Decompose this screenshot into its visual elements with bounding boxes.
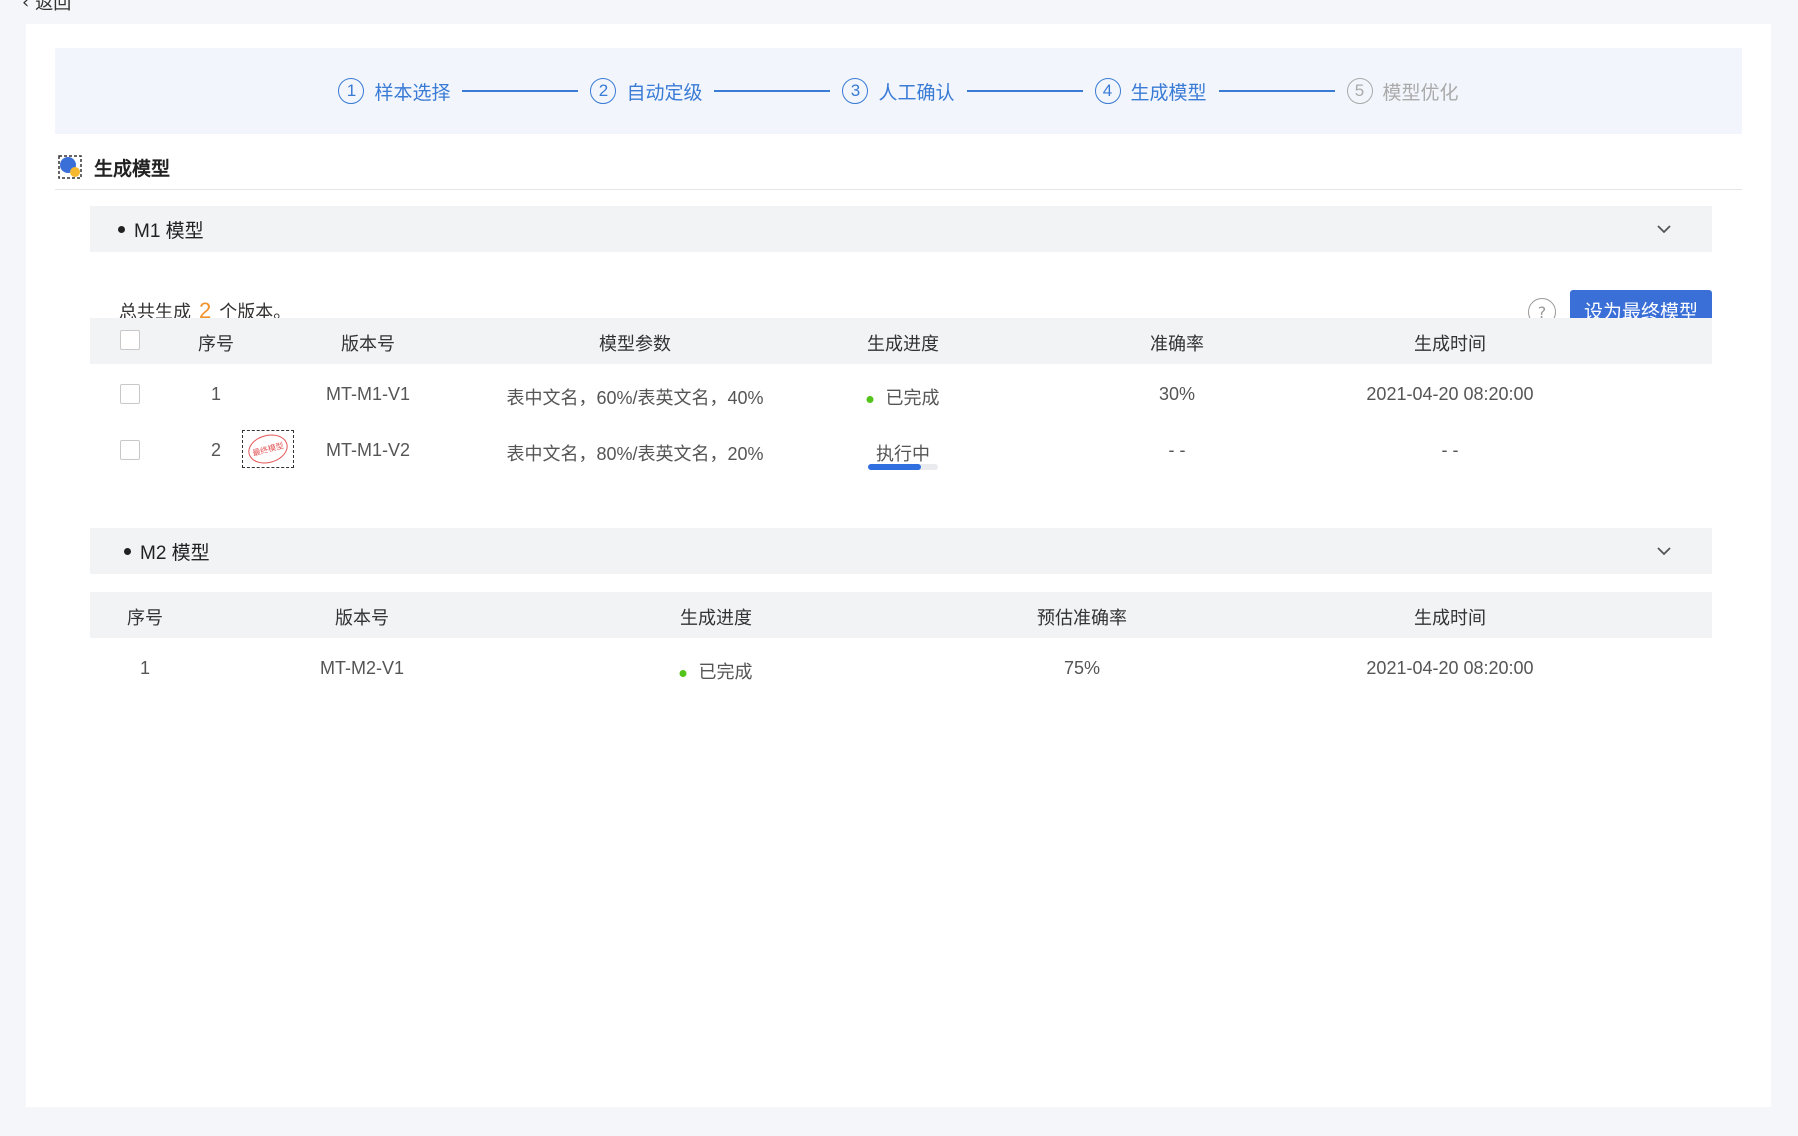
group-title: M2 模型: [140, 542, 210, 564]
status-text: 已完成: [698, 662, 753, 682]
col-progress: 生成进度: [867, 334, 939, 354]
row-params: 表中文名，60%/表英文名，40%: [506, 388, 764, 408]
step-auto-grade[interactable]: 2 自动定级: [590, 78, 702, 105]
step-number: 2: [590, 78, 617, 104]
chevron-down-icon[interactable]: [1654, 541, 1674, 561]
row-status: 已完成: [679, 658, 753, 684]
row-status-text: 执行中: [876, 444, 930, 464]
step-sample-select[interactable]: 1 样本选择: [338, 78, 450, 105]
m1-group-header[interactable]: M1 模型: [90, 206, 1712, 252]
step-number: 5: [1346, 78, 1373, 104]
step-connector: [714, 90, 831, 92]
table-row: 1 MT-M2-V1 已完成 75% 2021-04-20 08:20:00: [90, 644, 1712, 694]
row-version: MT-M2-V1: [319, 658, 405, 678]
bullet-icon: [124, 547, 131, 555]
step-connector: [966, 90, 1083, 92]
col-params: 模型参数: [599, 334, 671, 354]
col-version: 版本号: [335, 608, 389, 628]
col-index: 序号: [127, 608, 163, 628]
divider: [55, 189, 1742, 190]
section-header: 生成模型: [58, 152, 170, 182]
row-accuracy: 75%: [1063, 658, 1101, 678]
row-checkbox[interactable]: [120, 384, 140, 404]
step-label: 样本选择: [374, 81, 451, 104]
stamp-text: 最终模型: [245, 430, 291, 468]
col-version: 版本号: [341, 334, 395, 354]
row-version: MT-M1-V2: [325, 440, 411, 460]
table-row: 2 最终模型 MT-M1-V2 表中文名，80%/表英文名，20% 执行中 - …: [90, 426, 1712, 476]
row-checkbox[interactable]: [120, 440, 140, 460]
group-title: M1 模型: [134, 220, 204, 242]
step-generate-model[interactable]: 4 生成模型: [1094, 78, 1207, 105]
step-label: 模型优化: [1382, 81, 1459, 104]
back-label: 返回: [35, 0, 72, 14]
step-connector: [462, 90, 579, 92]
row-index: 1: [139, 658, 151, 678]
step-number: 3: [842, 78, 869, 104]
m2-table-header: 序号 版本号 生成进度 预估准确率 生成时间: [90, 592, 1712, 638]
row-index: 1: [210, 384, 222, 404]
step-number: 4: [1094, 78, 1121, 104]
row-index: 2: [210, 440, 222, 460]
section-title: 生成模型: [94, 157, 171, 180]
stepper: 1 样本选择 2 自动定级 3 人工确认 4 生成模型 5 模型优化: [55, 48, 1742, 134]
step-label: 自动定级: [626, 81, 703, 104]
bullet-icon: [118, 225, 125, 233]
progress-bar: [868, 464, 938, 470]
step-manual-confirm[interactable]: 3 人工确认: [842, 78, 955, 105]
m1-table-header: 序号 版本号 模型参数 生成进度 准确率 生成时间: [90, 318, 1712, 364]
table-row: 1 MT-M1-V1 表中文名，60%/表英文名，40% 已完成 30% 202…: [90, 370, 1712, 420]
select-all-checkbox[interactable]: [120, 330, 140, 350]
row-time: 2021-04-20 08:20:00: [1366, 658, 1534, 678]
col-accuracy: 准确率: [1150, 334, 1204, 354]
final-model-stamp: 最终模型: [242, 430, 294, 468]
status-dot-icon: [679, 669, 687, 677]
col-time: 生成时间: [1414, 334, 1486, 354]
chevron-down-icon[interactable]: [1654, 219, 1674, 239]
col-index: 序号: [198, 334, 234, 354]
col-progress: 生成进度: [680, 608, 752, 628]
progress-fill: [868, 464, 921, 470]
row-params: 表中文名，80%/表英文名，20%: [506, 444, 764, 464]
chevron-left-icon: ‹: [22, 0, 30, 13]
m2-group-header[interactable]: M2 模型: [90, 528, 1712, 574]
step-label: 生成模型: [1130, 81, 1207, 104]
main-panel: 1 样本选择 2 自动定级 3 人工确认 4 生成模型 5 模型优化 生成模型 …: [26, 24, 1771, 1107]
back-link[interactable]: ‹ 返回: [22, 0, 72, 14]
row-time: 2021-04-20 08:20:00: [1366, 384, 1534, 404]
row-accuracy: 30%: [1158, 384, 1196, 404]
status-text: 已完成: [885, 388, 940, 408]
step-label: 人工确认: [878, 81, 955, 104]
step-connector: [1218, 90, 1335, 92]
status-dot-icon: [866, 395, 874, 403]
row-accuracy: - -: [1168, 440, 1186, 460]
row-version: MT-M1-V1: [325, 384, 411, 404]
model-icon: [58, 155, 82, 179]
row-status: 已完成: [866, 384, 940, 410]
col-time: 生成时间: [1414, 608, 1486, 628]
step-number: 1: [338, 78, 365, 104]
row-time: - -: [1441, 440, 1459, 460]
col-est-accuracy: 预估准确率: [1037, 608, 1127, 628]
step-model-optimize[interactable]: 5 模型优化: [1346, 78, 1459, 105]
